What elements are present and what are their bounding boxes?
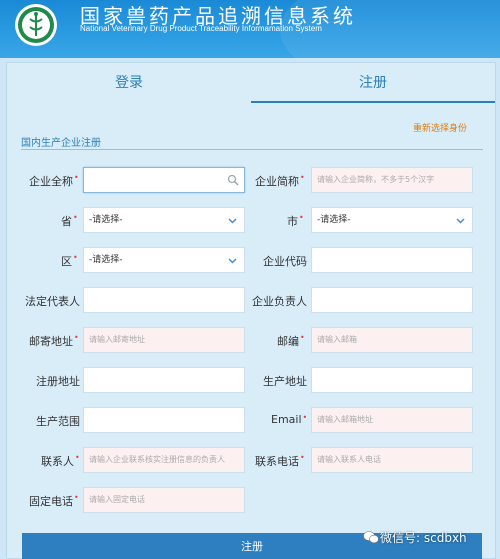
mail-address-input[interactable]: 请输入邮寄地址 (83, 327, 245, 353)
company-code-label: 企业代码 (263, 255, 307, 268)
reselect-identity-link[interactable]: 重新选择身份 (413, 121, 467, 134)
company-short-name-label: 企业简称• (255, 173, 305, 188)
contact-phone-input[interactable]: 请输入联系人电话 (311, 447, 473, 473)
registration-panel: 登录 注册 重新选择身份 国内生产企业注册 企业全称• 企业简称• 请输入企业简… (6, 62, 496, 559)
chevron-down-icon (228, 258, 237, 264)
system-logo-icon (15, 4, 57, 46)
legal-rep-input[interactable] (83, 287, 245, 313)
prod-scope-label: 生产范围 (36, 415, 80, 428)
landline-input[interactable]: 请输入固定电话 (83, 487, 245, 513)
prod-scope-input[interactable] (83, 407, 245, 433)
section-title: 国内生产企业注册 (21, 138, 101, 149)
district-label: 区• (61, 253, 78, 268)
legal-rep-label: 法定代表人 (25, 295, 80, 308)
contact-phone-label: 联系电话• (255, 453, 305, 468)
chevron-down-icon (456, 218, 465, 224)
app-header: 国家兽药产品追溯信息系统 National Veterinary Drug Pr… (0, 0, 500, 58)
active-tab-indicator (251, 101, 495, 103)
company-head-input[interactable] (311, 287, 473, 313)
contact-input[interactable]: 请输入企业联系核实注册信息的负责人 (83, 447, 245, 473)
section-divider (21, 149, 483, 150)
reg-address-label: 注册地址 (36, 375, 80, 388)
postcode-label: 邮编• (277, 333, 305, 348)
province-select[interactable]: -请选择- (83, 207, 245, 233)
tab-register[interactable]: 注册 (251, 63, 495, 103)
search-icon (227, 174, 239, 186)
watermark-text: 微信号: scdbxh (380, 531, 467, 545)
prod-address-input[interactable] (311, 367, 473, 393)
system-title-en: National Veterinary Drug Product Traceab… (80, 24, 322, 33)
landline-label: 固定电话• (29, 493, 79, 508)
prod-address-label: 生产地址 (263, 375, 307, 388)
company-full-name-label: 企业全称• (29, 173, 79, 188)
province-label: 省• (61, 213, 78, 228)
email-label: Email• (271, 413, 308, 426)
company-head-label: 企业负责人 (252, 295, 307, 308)
company-code-input[interactable] (311, 247, 473, 273)
chevron-down-icon (228, 218, 237, 224)
email-input[interactable]: 请输入邮箱地址 (311, 407, 473, 433)
company-short-name-input[interactable]: 请输入企业简称，不多于5个汉字 (311, 167, 473, 193)
postcode-input[interactable]: 请输入邮箱 (311, 327, 473, 353)
wechat-icon (363, 531, 379, 544)
auth-tabs: 登录 注册 (7, 63, 495, 103)
city-select[interactable]: -请选择- (311, 207, 473, 233)
city-label: 市• (287, 213, 304, 228)
tab-login[interactable]: 登录 (7, 63, 251, 103)
mail-address-label: 邮寄地址• (29, 333, 79, 348)
company-full-name-input[interactable] (83, 167, 245, 193)
contact-label: 联系人• (41, 453, 80, 468)
district-select[interactable]: -请选择- (83, 247, 245, 273)
reg-address-input[interactable] (83, 367, 245, 393)
